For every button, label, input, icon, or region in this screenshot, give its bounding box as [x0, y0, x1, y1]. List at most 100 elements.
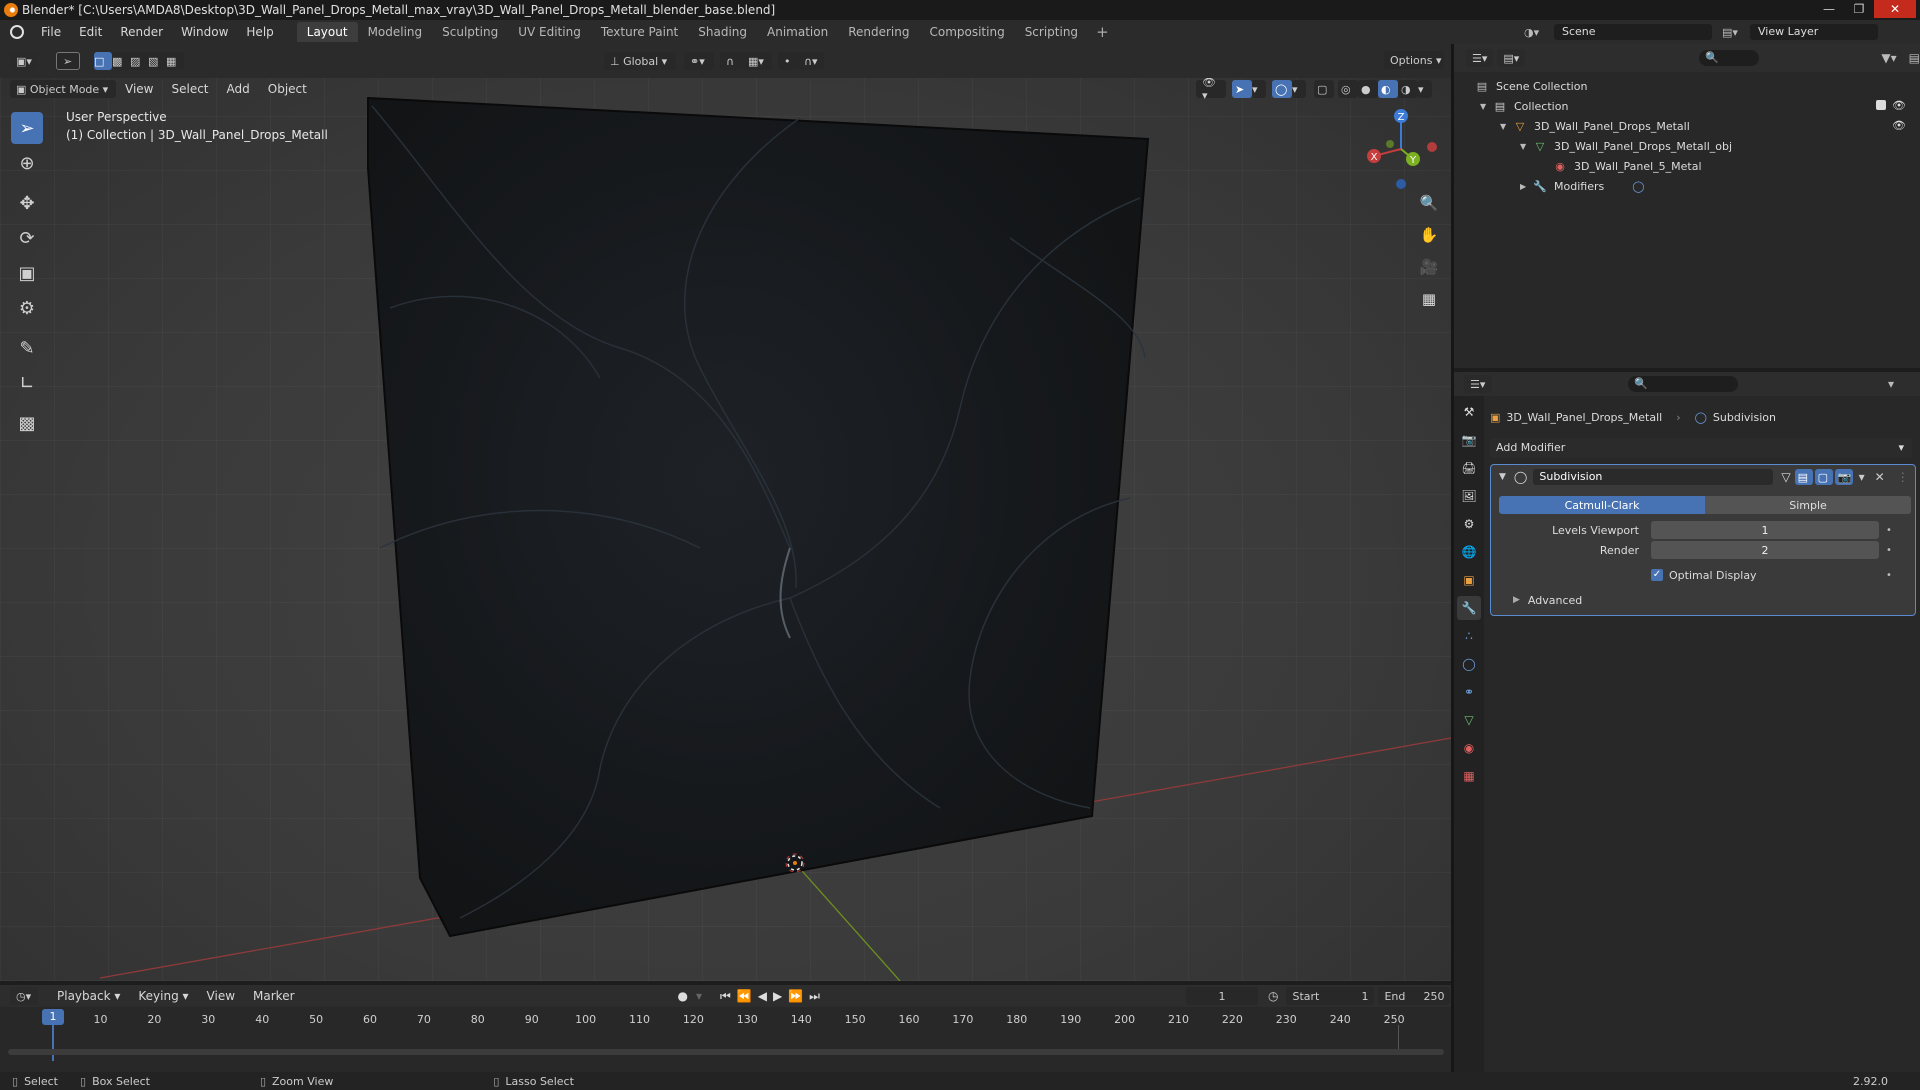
scale-tool-icon[interactable]: ▣	[11, 257, 43, 289]
advanced-subpanel[interactable]: ▶ Advanced	[1491, 591, 1917, 609]
neg-y-axis-icon[interactable]	[1386, 140, 1394, 148]
pan-hand-icon[interactable]: ✋	[1416, 222, 1442, 248]
physics-tab-icon[interactable]: ◯	[1457, 652, 1481, 676]
modifier-tab-icon[interactable]: 🔧	[1457, 596, 1481, 620]
outliner-editor-icon[interactable]: ☰▾	[1466, 49, 1494, 67]
keyframe-dot-icon[interactable]: •	[1879, 570, 1899, 581]
object-mode-dropdown[interactable]: ▣ Object Mode ▾	[10, 80, 116, 98]
timeline-menu-keying[interactable]: Keying ▾	[129, 989, 197, 1003]
tab-modeling[interactable]: Modeling	[358, 22, 433, 42]
material-tab-icon[interactable]: ◉	[1457, 736, 1481, 760]
modifier-menu-icon[interactable]: ▾	[1859, 470, 1865, 484]
neg-z-axis-icon[interactable]	[1396, 179, 1406, 189]
edit-mode-icon[interactable]: ▽	[1781, 470, 1790, 484]
visibility-eye-icon[interactable]: 👁	[1892, 99, 1906, 112]
view-layer-selector[interactable]: View Layer	[1750, 24, 1878, 40]
falloff-icon[interactable]: ∩▾	[798, 52, 824, 70]
current-frame-field[interactable]: 1	[1185, 987, 1258, 1005]
move-tool-icon[interactable]: ✥	[11, 187, 43, 219]
view-layer-tab-icon[interactable]: 🖼	[1457, 484, 1481, 508]
drag-handle-icon[interactable]: ⋮	[1897, 470, 1909, 484]
start-frame-field[interactable]: Start 1	[1286, 987, 1375, 1005]
tool-tab-icon[interactable]: ⚒	[1457, 400, 1481, 424]
render-icon[interactable]: 📷	[1834, 469, 1853, 485]
options-dropdown[interactable]: Options ▾	[1384, 51, 1444, 69]
overlay-toggle-icon[interactable]: ◯	[1272, 80, 1292, 98]
tab-uv-editing[interactable]: UV Editing	[508, 22, 591, 42]
select-mode-new-icon[interactable]: □	[94, 52, 112, 70]
select-mode-invert-icon[interactable]: ▧	[148, 52, 166, 70]
viewport-menu-view[interactable]: View	[116, 82, 162, 96]
levels-viewport-field[interactable]: 1	[1651, 521, 1879, 539]
data-tab-icon[interactable]: ▽	[1457, 708, 1481, 732]
visibility-icon[interactable]: 👁▾	[1196, 78, 1226, 102]
preview-range-icon[interactable]: ◷	[1268, 989, 1278, 1003]
keying-set-icon[interactable]: ▾	[696, 989, 702, 1003]
display-mode-icon[interactable]: ▤▾	[1497, 49, 1526, 67]
playhead-line[interactable]	[52, 1025, 54, 1061]
expand-icon[interactable]: ▼	[1500, 122, 1512, 131]
tab-texture-paint[interactable]: Texture Paint	[591, 22, 688, 42]
modifier-name-field[interactable]: Subdivision	[1533, 469, 1774, 485]
filter-icon[interactable]: ▼▾	[1881, 51, 1896, 65]
playback-controls[interactable]: ⏮⏪◀▶⏩⏭	[720, 989, 826, 1004]
tab-shading[interactable]: Shading	[688, 22, 757, 42]
output-tab-icon[interactable]: 🖨	[1457, 456, 1481, 480]
expand-icon[interactable]: ▼	[1480, 102, 1492, 111]
outliner-item-object[interactable]: ▼ ▽ 3D_Wall_Panel_Drops_Metall 👁	[1454, 116, 1920, 136]
select-mode-intersect-icon[interactable]: ▦	[166, 52, 184, 70]
scene-tab-icon[interactable]: ⚙	[1457, 512, 1481, 536]
constraints-tab-icon[interactable]: ⚭	[1457, 680, 1481, 704]
minimize-button[interactable]: —	[1814, 0, 1844, 18]
snap-icon[interactable]: ∩	[720, 52, 742, 70]
maximize-button[interactable]: ❐	[1844, 0, 1874, 18]
wall-panel-mesh[interactable]	[367, 96, 1150, 938]
outliner-item-modifiers[interactable]: ▶ 🔧 Modifiers ◯	[1454, 176, 1920, 196]
xray-icon[interactable]: ▢	[1314, 80, 1334, 98]
tab-compositing[interactable]: Compositing	[919, 22, 1014, 42]
snap-target-icon[interactable]: ▦▾	[742, 52, 772, 70]
editor-type-icon[interactable]: ▣▾	[10, 52, 38, 70]
cursor-tool-icon[interactable]: ⊕	[11, 147, 43, 179]
viewport-menu-object[interactable]: Object	[259, 82, 316, 96]
expand-icon[interactable]: ▶	[1513, 595, 1520, 605]
gizmo-dropdown-icon[interactable]: ▾	[1252, 80, 1266, 98]
measure-tool-icon[interactable]: ∟	[11, 367, 43, 399]
add-workspace-icon[interactable]: +	[1088, 23, 1117, 41]
tab-sculpting[interactable]: Sculpting	[432, 22, 508, 42]
navigation-gizmo[interactable]: Z X Y	[1356, 104, 1446, 194]
keyframe-dot-icon[interactable]: •	[1879, 545, 1899, 556]
add-cube-tool-icon[interactable]: ▩	[11, 407, 43, 439]
outliner-item-mesh[interactable]: ▼ ▽ 3D_Wall_Panel_Drops_Metall_obj	[1454, 136, 1920, 156]
subdivision-modifier-icon[interactable]: ◯	[1632, 180, 1644, 193]
timeline-menu-marker[interactable]: Marker	[244, 989, 303, 1003]
expand-icon[interactable]: ▶	[1520, 182, 1532, 191]
timeline-scrollbar[interactable]	[8, 1049, 1444, 1055]
timeline-menu-view[interactable]: View	[198, 989, 244, 1003]
add-modifier-dropdown[interactable]: Add Modifier ▾	[1490, 438, 1912, 458]
pivot-icon[interactable]: ⚭▾	[684, 52, 714, 70]
remove-modifier-icon[interactable]: ✕	[1875, 470, 1885, 484]
new-collection-icon[interactable]: ▤	[1909, 51, 1920, 65]
end-frame-field[interactable]: End 250	[1378, 987, 1451, 1005]
overlay-dropdown-icon[interactable]: ▾	[1292, 80, 1306, 98]
tab-layout[interactable]: Layout	[296, 22, 358, 42]
viewport-menu-select[interactable]: Select	[162, 82, 217, 96]
annotate-tool-icon[interactable]: ✎	[11, 332, 43, 364]
include-checkbox[interactable]	[1876, 100, 1886, 110]
menu-file[interactable]: File	[32, 25, 70, 39]
timeline-menu-playback[interactable]: Playback ▾	[48, 989, 129, 1003]
auto-keying-icon[interactable]: ●	[678, 989, 688, 1003]
transform-orientation-dropdown[interactable]: ⊥ Global ▾	[604, 52, 676, 70]
menu-window[interactable]: Window	[172, 25, 237, 39]
texture-tab-icon[interactable]: ▦	[1457, 764, 1481, 788]
properties-search-input[interactable]: 🔍	[1628, 376, 1738, 392]
tab-animation[interactable]: Animation	[757, 22, 838, 42]
camera-icon[interactable]: 🎥	[1416, 254, 1442, 280]
keyframe-dot-icon[interactable]: •	[1879, 525, 1899, 536]
scene-selector[interactable]: Scene	[1554, 24, 1712, 40]
outliner-item-material[interactable]: ◉ 3D_Wall_Panel_5_Metal	[1454, 156, 1920, 176]
expand-icon[interactable]: ▼	[1520, 142, 1532, 151]
wireframe-shading-icon[interactable]: ◎	[1338, 80, 1358, 98]
properties-editor-icon[interactable]: ☰▾	[1464, 375, 1492, 393]
